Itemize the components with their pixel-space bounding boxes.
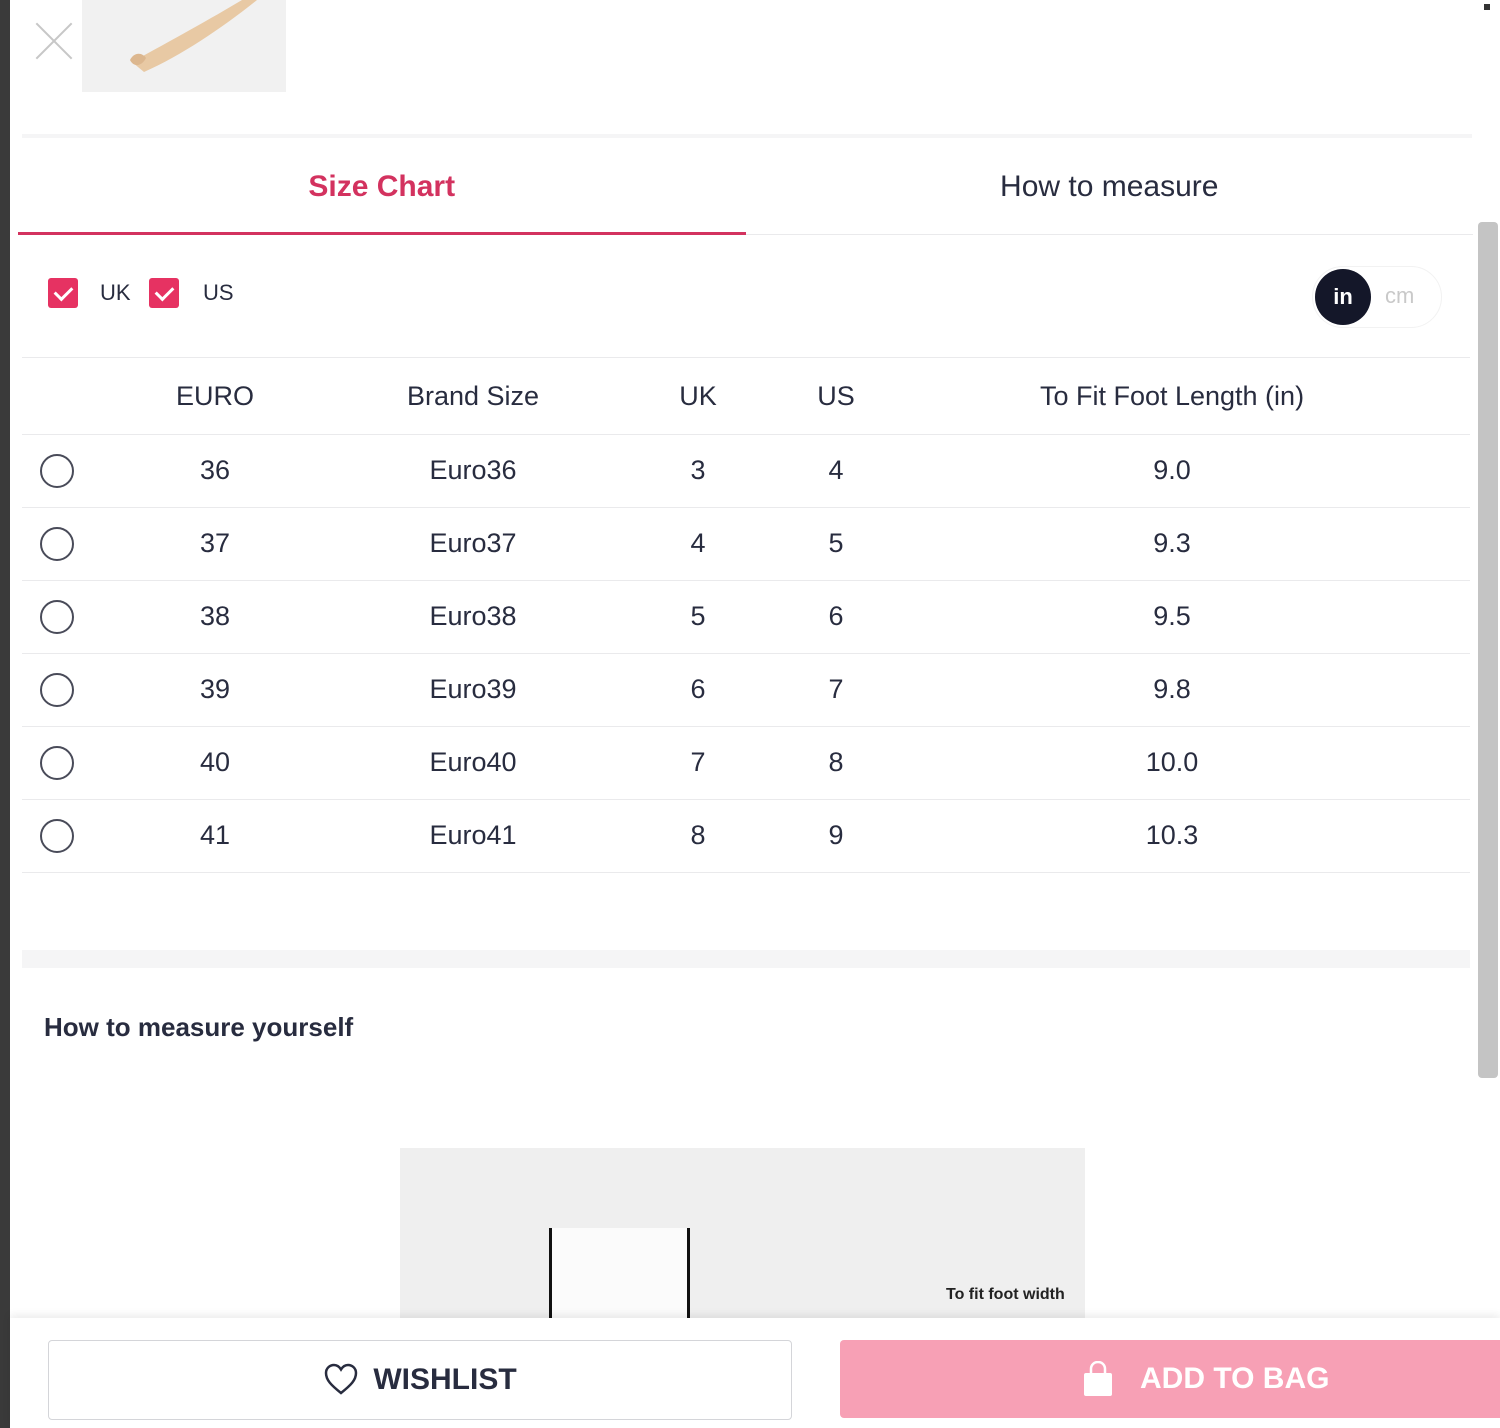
cell-euro: 39 <box>82 653 348 727</box>
cell-uk: 5 <box>598 580 798 654</box>
heart-icon <box>323 1362 359 1398</box>
cell-foot-length: 9.3 <box>874 507 1470 581</box>
unit-toggle[interactable]: in cm <box>1312 266 1442 328</box>
size-radio[interactable] <box>40 599 74 634</box>
wishlist-button[interactable]: WISHLIST <box>48 1340 792 1420</box>
cell-brand-size: Euro39 <box>348 653 598 727</box>
unit-cm-option[interactable]: cm <box>1385 283 1414 309</box>
cell-brand-size: Euro37 <box>348 507 598 581</box>
table-header-row: EURO Brand Size UK US To Fit Foot Length… <box>22 360 1470 435</box>
window-edge <box>0 0 10 1428</box>
scroll-indicator <box>1484 4 1490 10</box>
bag-icon <box>1082 1360 1114 1397</box>
action-footer: WISHLIST ADD TO BAG <box>10 1318 1500 1428</box>
add-to-bag-button[interactable]: ADD TO BAG <box>840 1340 1500 1418</box>
cell-foot-length: 9.8 <box>874 653 1470 727</box>
unit-inch-option[interactable]: in <box>1315 269 1371 325</box>
uk-checkbox[interactable] <box>48 278 78 308</box>
table-row[interactable]: 41 Euro41 8 9 10.3 <box>22 799 1470 873</box>
cell-uk: 7 <box>598 726 798 800</box>
cell-uk: 6 <box>598 653 798 727</box>
size-radio[interactable] <box>40 745 74 780</box>
table-row[interactable]: 40 Euro40 7 8 10.0 <box>22 726 1470 800</box>
tab-size-chart[interactable]: Size Chart <box>18 140 746 235</box>
cell-euro: 38 <box>82 580 348 654</box>
cell-brand-size: Euro40 <box>348 726 598 800</box>
us-checkbox-label: US <box>203 280 234 305</box>
cell-euro: 36 <box>82 434 348 508</box>
wishlist-label: WISHLIST <box>373 1363 517 1396</box>
us-checkbox[interactable] <box>149 278 179 308</box>
cell-foot-length: 10.3 <box>874 799 1470 873</box>
cell-brand-size: Euro41 <box>348 799 598 873</box>
cell-euro: 37 <box>82 507 348 581</box>
header-select <box>22 360 82 435</box>
cell-us: 8 <box>798 726 874 800</box>
cell-foot-length: 9.5 <box>874 580 1470 654</box>
cell-us: 4 <box>798 434 874 508</box>
measure-caption: To fit foot width <box>946 1286 1065 1303</box>
tab-bar: Size Chart How to measure <box>18 140 1473 235</box>
cell-euro: 41 <box>82 799 348 873</box>
uk-checkbox-label: UK <box>100 280 131 305</box>
size-radio[interactable] <box>40 672 74 707</box>
product-thumbnail <box>82 0 286 92</box>
cell-brand-size: Euro36 <box>348 434 598 508</box>
cell-foot-length: 10.0 <box>874 726 1470 800</box>
header-uk: UK <box>598 360 798 435</box>
header-euro: EURO <box>82 360 348 435</box>
cell-us: 9 <box>798 799 874 873</box>
close-icon[interactable] <box>28 14 80 66</box>
header-foot-length: To Fit Foot Length (in) <box>874 360 1470 435</box>
cell-uk: 8 <box>598 799 798 873</box>
measure-line-left <box>549 1228 552 1328</box>
add-to-bag-label: ADD TO BAG <box>1140 1362 1330 1395</box>
divider <box>22 134 1472 138</box>
scrollbar-thumb[interactable] <box>1478 222 1498 1078</box>
cell-us: 7 <box>798 653 874 727</box>
size-radio[interactable] <box>40 818 74 853</box>
cell-us: 5 <box>798 507 874 581</box>
foot-measure-illustration: To fit foot width <box>400 1148 1085 1328</box>
cell-us: 6 <box>798 580 874 654</box>
tab-how-to-measure[interactable]: How to measure <box>746 140 1474 234</box>
size-options-bar: UK US in cm <box>22 236 1470 358</box>
size-chart-table: EURO Brand Size UK US To Fit Foot Length… <box>22 360 1470 873</box>
section-divider <box>22 950 1470 968</box>
cell-euro: 40 <box>82 726 348 800</box>
header-us: US <box>798 360 874 435</box>
cell-foot-length: 9.0 <box>874 434 1470 508</box>
table-row[interactable]: 38 Euro38 5 6 9.5 <box>22 580 1470 654</box>
cell-brand-size: Euro38 <box>348 580 598 654</box>
measure-section-title: How to measure yourself <box>44 1012 354 1042</box>
cell-uk: 3 <box>598 434 798 508</box>
size-radio[interactable] <box>40 453 74 488</box>
table-row[interactable]: 37 Euro37 4 5 9.3 <box>22 507 1470 581</box>
foot-outline <box>550 1228 688 1328</box>
size-radio[interactable] <box>40 526 74 561</box>
table-row[interactable]: 39 Euro39 6 7 9.8 <box>22 653 1470 727</box>
header-brand-size: Brand Size <box>348 360 598 435</box>
cell-uk: 4 <box>598 507 798 581</box>
table-row[interactable]: 36 Euro36 3 4 9.0 <box>22 434 1470 508</box>
measure-line-right <box>687 1228 690 1328</box>
